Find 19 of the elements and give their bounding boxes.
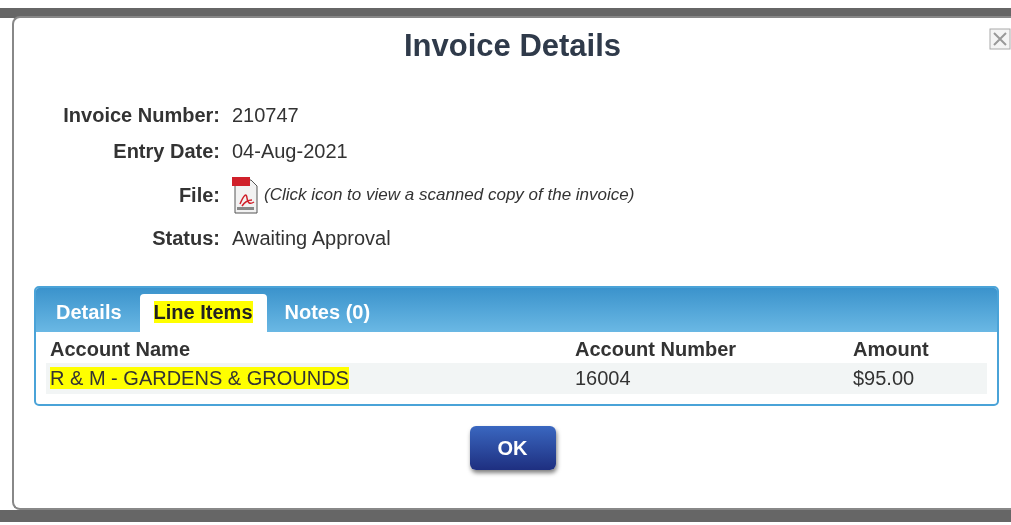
pdf-file-icon[interactable]: [232, 176, 258, 214]
column-header: Account Number: [571, 336, 849, 363]
close-icon[interactable]: [989, 28, 1011, 50]
file-hint: (Click icon to view a scanned copy of the invoice): [264, 185, 635, 205]
field-label: Invoice Number:: [62, 104, 220, 127]
field-value: 210747: [232, 104, 300, 127]
field-value: 04-Aug-2021: [232, 140, 349, 163]
field-label: Status:: [151, 227, 220, 250]
table-cell: 16004: [575, 367, 631, 389]
ok-button[interactable]: OK: [469, 426, 556, 470]
tab[interactable]: Line Items: [139, 294, 267, 332]
column-header: Amount: [849, 336, 987, 363]
table-cell: R & M - GARDENS & GROUNDS: [50, 367, 349, 389]
dialog-title: Invoice Details: [403, 28, 622, 64]
field-label: File:: [177, 183, 220, 207]
column-header: Account Name: [46, 336, 571, 363]
table-cell: $95.00: [853, 367, 915, 389]
field-label: Entry Date:: [112, 140, 220, 163]
field-value: Awaiting Approval: [232, 227, 392, 250]
